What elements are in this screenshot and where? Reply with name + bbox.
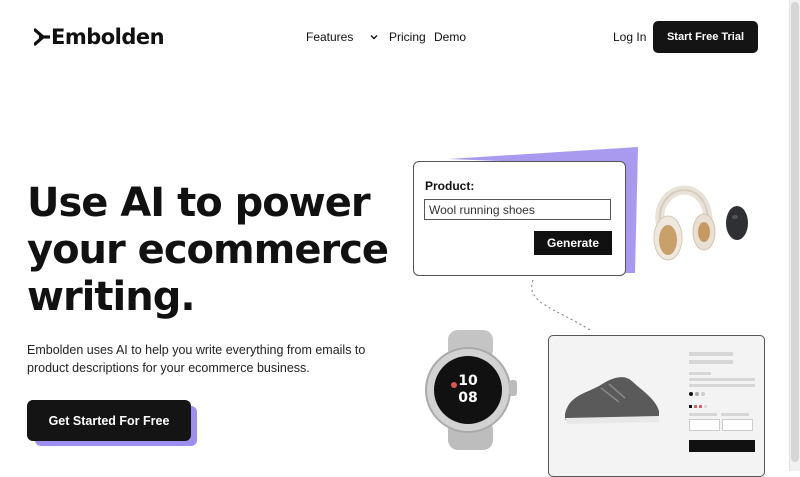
- generate-button[interactable]: Generate: [534, 231, 612, 255]
- svg-text:08: 08: [458, 390, 477, 406]
- swatch: [695, 392, 699, 396]
- swatch: [689, 405, 692, 408]
- product-demo-card: Product: Wool running shoes Generate: [413, 161, 626, 276]
- placeholder-line: [689, 413, 717, 416]
- placeholder-line: [689, 360, 733, 364]
- product-input[interactable]: Wool running shoes: [424, 199, 611, 220]
- start-free-trial-button[interactable]: Start Free Trial: [653, 21, 758, 53]
- logo[interactable]: Embolden: [34, 24, 165, 50]
- select-placeholder: [722, 419, 753, 431]
- site-header: Embolden Features Pricing Demo Log In St…: [0, 0, 790, 72]
- dotted-connector: [531, 279, 591, 331]
- swatch: [704, 405, 707, 408]
- swatch: [701, 392, 705, 396]
- placeholder-line: [689, 378, 755, 381]
- nav-features[interactable]: Features: [306, 29, 379, 45]
- login-link[interactable]: Log In: [613, 30, 646, 44]
- get-started-button[interactable]: Get Started For Free: [27, 400, 191, 441]
- swatch: [689, 392, 693, 396]
- placeholder-line: [689, 372, 711, 375]
- add-to-cart-placeholder: [689, 440, 755, 452]
- hero-title-line: your ecommerce: [27, 227, 389, 273]
- chevron-down-icon: [370, 35, 378, 40]
- hero-title: Use AI to power your ecommerce writing.: [27, 180, 407, 321]
- nav-demo[interactable]: Demo: [434, 29, 466, 45]
- placeholder-line: [689, 352, 733, 356]
- scrollbar-thumb[interactable]: [791, 2, 799, 462]
- hero-title-line: Use AI to power: [27, 180, 371, 226]
- select-placeholder: [689, 419, 720, 431]
- svg-text:10: 10: [458, 373, 478, 389]
- swatch: [694, 405, 697, 408]
- page-scrollbar[interactable]: [789, 0, 800, 471]
- nav-features-label: Features: [306, 30, 354, 44]
- nav-demo-label: Demo: [434, 30, 467, 44]
- swatch: [699, 405, 702, 408]
- placeholder-line: [689, 384, 755, 387]
- product-page-preview: [548, 335, 765, 477]
- nav-pricing-label: Pricing: [389, 30, 426, 44]
- mouse-image: [726, 206, 748, 240]
- headphones-image: [653, 185, 716, 261]
- logo-arrow-icon: [34, 28, 50, 46]
- nav-pricing[interactable]: Pricing: [389, 29, 426, 45]
- shoe-image: [565, 377, 659, 424]
- hero-title-line: writing.: [27, 274, 196, 320]
- product-label: Product:: [425, 179, 475, 193]
- hero-description: Embolden uses AI to help you write every…: [27, 343, 366, 375]
- placeholder-line: [721, 413, 749, 416]
- smartwatch-image: 10 08: [425, 330, 517, 450]
- logo-text: Embolden: [51, 25, 165, 49]
